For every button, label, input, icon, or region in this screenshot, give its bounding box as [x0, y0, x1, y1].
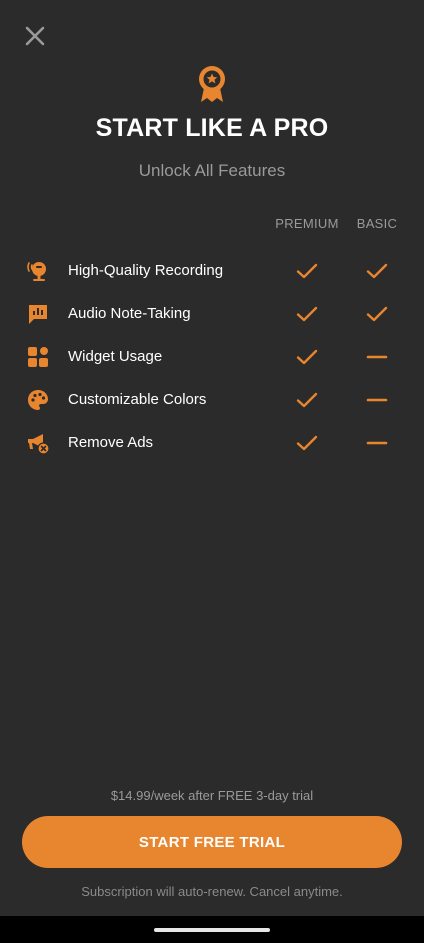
- check-icon: [296, 392, 318, 408]
- feature-label: Customizable Colors: [68, 391, 207, 408]
- feature-label: High-Quality Recording: [68, 262, 224, 279]
- start-free-trial-button[interactable]: START FREE TRIAL: [22, 816, 402, 868]
- check-icon: [366, 306, 388, 322]
- dash-icon: [366, 398, 388, 402]
- column-header-basic: BASIC: [356, 216, 398, 231]
- audio-note-icon: [29, 305, 47, 324]
- megaphone-off-icon: [28, 434, 50, 455]
- check-icon: [366, 263, 388, 279]
- page-title: START LIKE A PRO: [95, 114, 329, 142]
- feature-label: Audio Note-Taking: [68, 305, 191, 322]
- system-nav-bar: [0, 916, 424, 943]
- feature-row: Audio Note-Taking: [0, 298, 424, 330]
- feature-label: Widget Usage: [68, 348, 163, 365]
- microphone-icon: [27, 262, 46, 281]
- widgets-icon: [28, 347, 48, 367]
- dash-icon: [366, 355, 388, 359]
- feature-row: High-Quality Recording: [0, 255, 424, 287]
- close-button[interactable]: [21, 22, 49, 50]
- check-icon: [296, 349, 318, 365]
- feature-row: Customizable Colors: [0, 384, 424, 416]
- page-subtitle: Unlock All Features: [138, 161, 286, 180]
- column-header-premium: PREMIUM: [275, 216, 339, 231]
- home-indicator[interactable]: [154, 928, 270, 932]
- palette-icon: [28, 390, 48, 410]
- dash-icon: [366, 441, 388, 445]
- feature-row: Widget Usage: [0, 341, 424, 373]
- check-icon: [296, 306, 318, 322]
- close-icon: [25, 26, 45, 46]
- auto-renew-note: Subscription will auto-renew. Cancel any…: [81, 884, 343, 899]
- check-icon: [296, 435, 318, 451]
- feature-row: Remove Ads: [0, 427, 424, 459]
- price-note: $14.99/week after FREE 3-day trial: [110, 788, 314, 803]
- check-icon: [296, 263, 318, 279]
- star-award-badge-icon: [199, 66, 225, 102]
- feature-label: Remove Ads: [68, 434, 154, 451]
